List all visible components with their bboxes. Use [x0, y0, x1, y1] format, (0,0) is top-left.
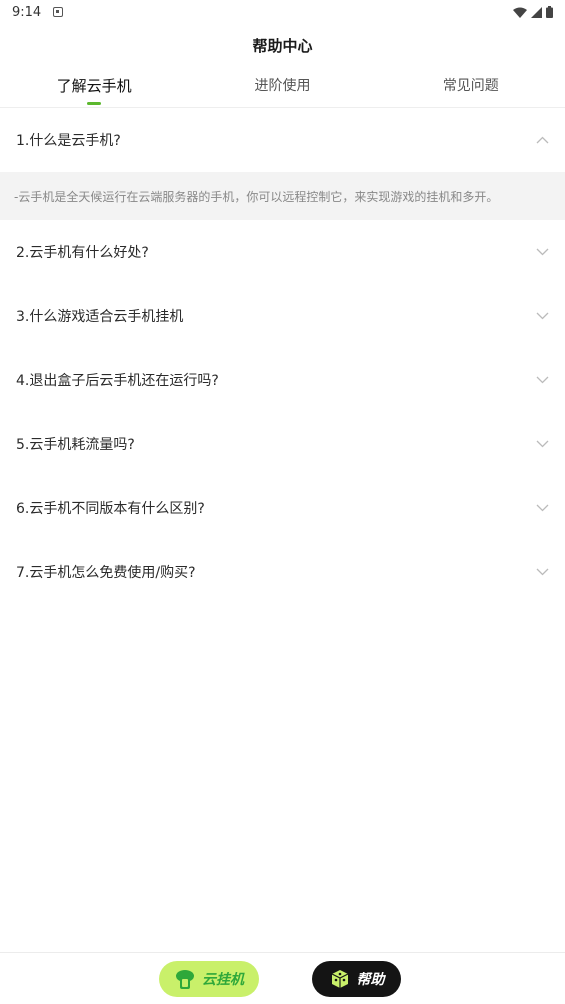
- help-center-screen: 9:14 帮助中心 了解云手机 进阶使用 常见问题 1.什么是云手机? -云手机…: [0, 0, 565, 1004]
- faq-item-4[interactable]: 4.退出盒子后云手机还在运行吗?: [0, 348, 565, 412]
- faq-question: 2.云手机有什么好处?: [16, 245, 149, 261]
- faq-item-7[interactable]: 7.云手机怎么免费使用/购买?: [0, 540, 565, 604]
- page-title: 帮助中心: [252, 36, 313, 55]
- faq-item-6[interactable]: 6.云手机不同版本有什么区别?: [0, 476, 565, 540]
- status-time: 9:14: [12, 4, 42, 20]
- faq-item-3[interactable]: 3.什么游戏适合云手机挂机: [0, 284, 565, 348]
- faq-list: 1.什么是云手机? -云手机是全天候运行在云端服务器的手机，你可以远程控制它，来…: [0, 108, 565, 604]
- tab-label: 了解云手机: [56, 77, 132, 95]
- chevron-down-icon: [535, 309, 549, 323]
- faq-question: 3.什么游戏适合云手机挂机: [16, 309, 184, 325]
- cloud-phone-icon: [176, 970, 194, 989]
- tab-learn-cloud-phone[interactable]: 了解云手机: [0, 72, 188, 107]
- faq-item-5[interactable]: 5.云手机耗流量吗?: [0, 412, 565, 476]
- faq-question: 5.云手机耗流量吗?: [16, 437, 135, 453]
- battery-icon: [546, 6, 553, 18]
- help-label: 帮助: [356, 972, 385, 988]
- status-bar: 9:14: [0, 0, 565, 24]
- header: 帮助中心: [0, 30, 565, 60]
- cloud-hangup-label: 云挂机: [202, 972, 244, 988]
- tab-advanced-usage[interactable]: 进阶使用: [188, 72, 376, 107]
- status-indicators: [513, 6, 553, 18]
- chevron-down-icon: [535, 245, 549, 259]
- faq-question: 4.退出盒子后云手机还在运行吗?: [16, 373, 219, 389]
- faq-item-1[interactable]: 1.什么是云手机?: [0, 108, 565, 172]
- chevron-up-icon: [535, 133, 549, 147]
- faq-question: 6.云手机不同版本有什么区别?: [16, 501, 205, 517]
- wifi-icon: [513, 7, 527, 18]
- tab-label: 常见问题: [442, 78, 499, 94]
- faq-question: 1.什么是云手机?: [16, 133, 121, 149]
- bottom-nav: 云挂机 帮助: [0, 952, 565, 1004]
- faq-item-2[interactable]: 2.云手机有什么好处?: [0, 220, 565, 284]
- tab-label: 进阶使用: [254, 78, 311, 94]
- cloud-hangup-button[interactable]: 云挂机: [159, 961, 259, 997]
- faq-question: 7.云手机怎么免费使用/购买?: [16, 565, 196, 581]
- tab-bar: 了解云手机 进阶使用 常见问题: [0, 72, 565, 108]
- faq-answer-1: -云手机是全天候运行在云端服务器的手机，你可以远程控制它，来实现游戏的挂机和多开…: [0, 172, 565, 220]
- help-button[interactable]: 帮助: [312, 961, 401, 997]
- chevron-down-icon: [535, 565, 549, 579]
- tab-common-questions[interactable]: 常见问题: [377, 72, 565, 107]
- notification-icon: [53, 7, 64, 17]
- chevron-down-icon: [535, 373, 549, 387]
- chevron-down-icon: [535, 437, 549, 451]
- dice-icon: [331, 970, 348, 988]
- chevron-down-icon: [535, 501, 549, 515]
- faq-answer-text: -云手机是全天候运行在云端服务器的手机，你可以远程控制它，来实现游戏的挂机和多开…: [14, 189, 499, 204]
- signal-icon: [531, 6, 542, 18]
- active-tab-indicator: [87, 102, 102, 105]
